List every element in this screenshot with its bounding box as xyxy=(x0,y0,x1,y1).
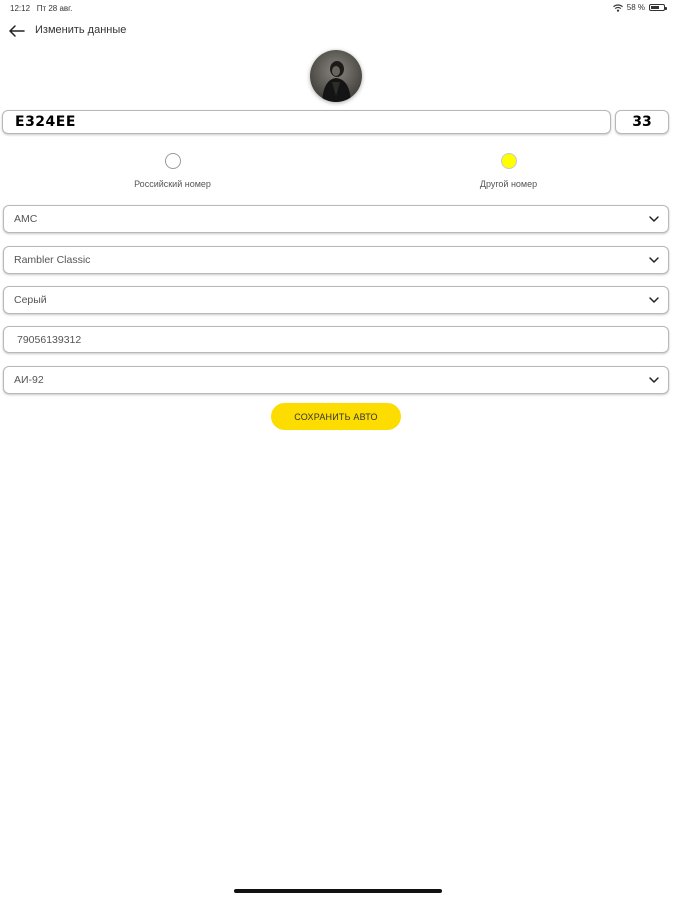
status-time: 12:12 xyxy=(10,4,31,13)
phone-value: 79056139312 xyxy=(17,333,82,346)
fuel-select[interactable]: АИ-92 xyxy=(3,366,669,394)
plate-region-input[interactable]: 33 xyxy=(615,110,669,134)
home-indicator[interactable] xyxy=(234,889,442,893)
model-select[interactable]: Rambler Classic xyxy=(3,246,669,274)
brand-value: AMC xyxy=(14,213,38,225)
chevron-down-icon xyxy=(649,216,659,222)
radio-label-other: Другой номер xyxy=(479,179,538,189)
chevron-down-icon xyxy=(649,297,659,303)
wifi-icon xyxy=(612,3,623,12)
brand-select[interactable]: AMC xyxy=(3,205,669,233)
radio-label-russian: Российский номер xyxy=(134,179,211,189)
fuel-value: АИ-92 xyxy=(14,374,44,386)
status-date: Пт 28 авг. xyxy=(36,4,73,13)
radio-option-other[interactable]: Другой номер xyxy=(426,153,591,189)
radio-option-russian[interactable]: Российский номер xyxy=(90,153,255,189)
save-car-button[interactable]: СОХРАНИТЬ АВТО xyxy=(271,403,401,430)
avatar[interactable] xyxy=(310,50,362,102)
color-select[interactable]: Серый xyxy=(3,286,669,314)
status-bar-right: 58 % xyxy=(612,3,667,12)
phone-input[interactable]: 79056139312 xyxy=(3,326,669,353)
color-value: Серый xyxy=(14,294,47,306)
model-value: Rambler Classic xyxy=(14,254,91,266)
arrow-left-icon[interactable] xyxy=(8,23,26,39)
radio-button-other[interactable] xyxy=(500,153,517,169)
chevron-down-icon xyxy=(649,377,659,383)
radio-button-russian[interactable] xyxy=(164,153,181,169)
battery-percent: 58 % xyxy=(626,3,645,12)
status-bar-left: 12:12 Пт 28 авг. xyxy=(10,4,72,13)
avatar-photo xyxy=(310,50,362,102)
battery-icon xyxy=(649,4,667,11)
plate-number-input[interactable]: E324EE xyxy=(2,110,611,134)
chevron-down-icon xyxy=(649,257,659,263)
page-title: Изменить данные xyxy=(35,24,127,36)
